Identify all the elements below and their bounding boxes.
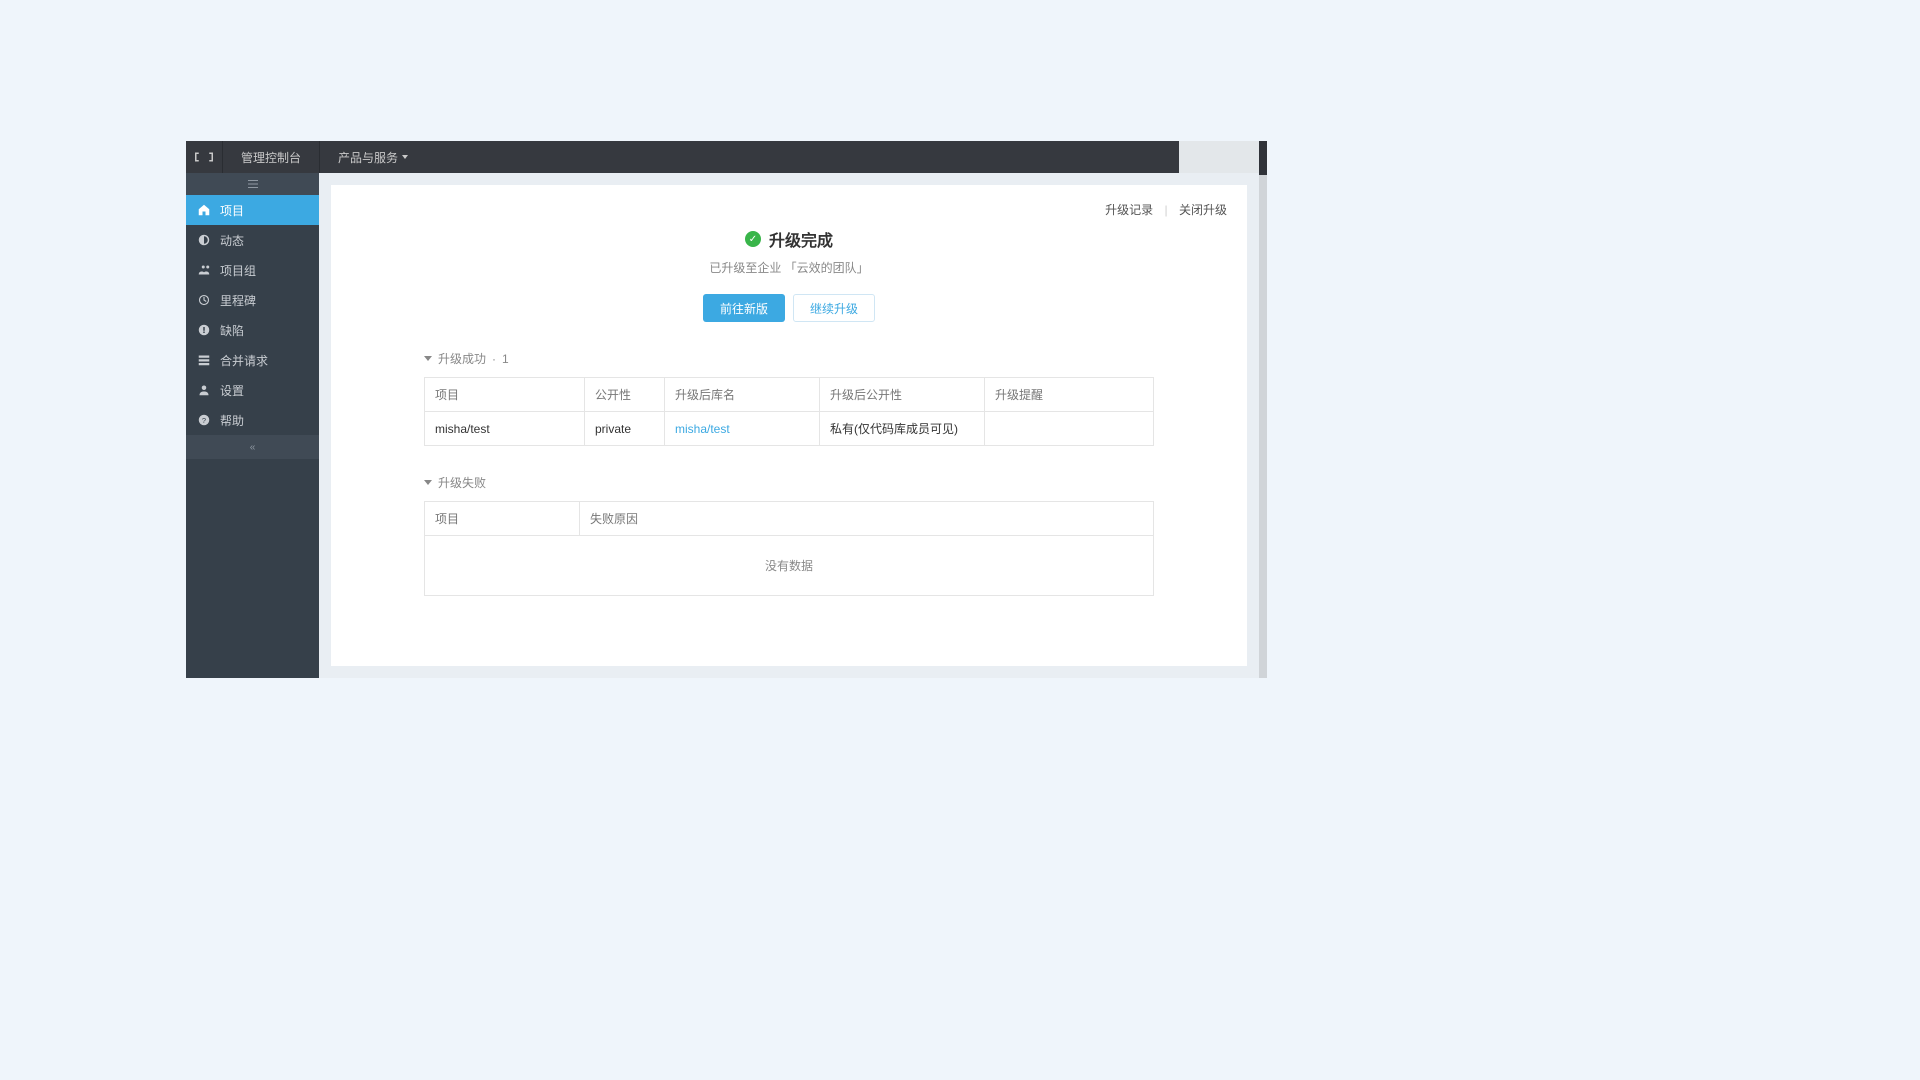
th-new-repo: 升级后库名: [665, 378, 820, 412]
cell-project: misha/test: [425, 412, 585, 446]
sidebar-item-settings[interactable]: 设置: [186, 375, 319, 405]
content-panel: 升级记录 | 关闭升级 ✓ 升级完成 已升级至企业 「云效的团队」 前往新版 继…: [331, 185, 1247, 666]
th-new-visibility: 升级后公开性: [820, 378, 985, 412]
upgrade-success-header-label: 升级成功: [438, 350, 486, 367]
collapse-triangle-icon: [424, 356, 432, 361]
sidebar-item-label: 设置: [220, 382, 244, 399]
sidebar-item-merge-requests[interactable]: 合并请求: [186, 345, 319, 375]
scrollbar-thumb[interactable]: [1259, 141, 1267, 175]
clock-icon: [196, 294, 212, 306]
sidebar-item-milestones[interactable]: 里程碑: [186, 285, 319, 315]
panel-buttons: 前往新版 继续升级: [703, 294, 875, 322]
continue-upgrade-button[interactable]: 继续升级: [793, 294, 875, 322]
home-icon: [196, 204, 212, 216]
chevron-left-icon: «: [250, 442, 256, 453]
products-dropdown[interactable]: 产品与服务: [319, 141, 426, 173]
vertical-scrollbar[interactable]: [1259, 141, 1267, 678]
merge-icon: [196, 354, 212, 366]
panel-title: 升级完成: [769, 227, 833, 251]
continue-upgrade-button-label: 继续升级: [810, 300, 858, 317]
products-dropdown-label: 产品与服务: [338, 149, 398, 166]
user-icon: [196, 384, 212, 396]
app-window: 管理控制台 产品与服务 项目 动态: [186, 141, 1267, 678]
upgrade-failure-section: 升级失败 项目 失败原因 没有数据: [424, 474, 1154, 596]
success-check-icon: ✓: [745, 231, 761, 247]
panel-actions: 升级记录 | 关闭升级: [1105, 201, 1227, 218]
sidebar-item-label: 项目组: [220, 262, 256, 279]
users-icon: [196, 264, 212, 276]
sidebar-item-label: 合并请求: [220, 352, 268, 369]
dot-separator: ·: [492, 352, 496, 366]
cell-alert: [985, 412, 1154, 446]
sidebar-item-groups[interactable]: 项目组: [186, 255, 319, 285]
sidebar-collapse-button[interactable]: «: [186, 435, 319, 459]
sidebar-item-help[interactable]: ? 帮助: [186, 405, 319, 435]
th-project: 项目: [425, 378, 585, 412]
new-repo-link[interactable]: misha/test: [675, 422, 730, 436]
th-alert: 升级提醒: [985, 378, 1154, 412]
close-upgrade-link[interactable]: 关闭升级: [1179, 203, 1227, 217]
caret-down-icon: [402, 155, 408, 159]
sidebar-item-activity[interactable]: 动态: [186, 225, 319, 255]
upgrade-record-link[interactable]: 升级记录: [1105, 203, 1153, 217]
question-icon: ?: [196, 414, 212, 426]
th-visibility: 公开性: [585, 378, 665, 412]
console-link-label: 管理控制台: [241, 149, 301, 166]
sidebar-toggle-top[interactable]: [186, 173, 319, 195]
sidebar-item-label: 项目: [220, 202, 244, 219]
upgrade-success-header[interactable]: 升级成功 · 1: [424, 350, 1154, 367]
sidebar-item-projects[interactable]: 项目: [186, 195, 319, 225]
cell-new-repo: misha/test: [665, 412, 820, 446]
sidebar: 项目 动态 项目组 里程碑 缺陷: [186, 173, 319, 678]
sidebar-item-label: 动态: [220, 232, 244, 249]
th-reason: 失败原因: [580, 502, 1154, 536]
panel-header: ✓ 升级完成 已升级至企业 「云效的团队」 前往新版 继续升级: [331, 227, 1247, 322]
dashboard-icon: [196, 234, 212, 246]
upgrade-success-count: 1: [502, 352, 509, 366]
topbar-right-placeholder: [1179, 141, 1267, 173]
svg-text:?: ?: [202, 416, 206, 425]
console-link[interactable]: 管理控制台: [222, 141, 319, 173]
table-header-row: 项目 公开性 升级后库名 升级后公开性 升级提醒: [425, 378, 1154, 412]
sidebar-item-label: 帮助: [220, 412, 244, 429]
brand-logo-icon: [186, 141, 222, 173]
th-project: 项目: [425, 502, 580, 536]
cell-new-visibility: 私有(仅代码库成员可见): [820, 412, 985, 446]
empty-state: 没有数据: [424, 536, 1154, 596]
panel-title-row: ✓ 升级完成: [745, 227, 833, 251]
sidebar-item-label: 缺陷: [220, 322, 244, 339]
upgrade-failure-table: 项目 失败原因: [424, 501, 1154, 536]
topbar: 管理控制台 产品与服务: [186, 141, 1267, 173]
upgrade-success-table: 项目 公开性 升级后库名 升级后公开性 升级提醒 misha/test priv…: [424, 377, 1154, 446]
sidebar-item-label: 里程碑: [220, 292, 256, 309]
hamburger-icon: [248, 180, 258, 188]
goto-new-button-label: 前往新版: [720, 300, 768, 317]
upgrade-failure-header-label: 升级失败: [438, 474, 486, 491]
upgrade-success-section: 升级成功 · 1 项目 公开性 升级后库名 升级后公开性 升级提醒: [424, 350, 1154, 446]
main-area: 升级记录 | 关闭升级 ✓ 升级完成 已升级至企业 「云效的团队」 前往新版 继…: [319, 173, 1259, 678]
cell-visibility: private: [585, 412, 665, 446]
sidebar-item-issues[interactable]: 缺陷: [186, 315, 319, 345]
table-header-row: 项目 失败原因: [425, 502, 1154, 536]
actions-divider: |: [1165, 203, 1168, 217]
collapse-triangle-icon: [424, 480, 432, 485]
empty-state-text: 没有数据: [765, 557, 813, 574]
panel-subtitle: 已升级至企业 「云效的团队」: [709, 259, 868, 276]
upgrade-failure-header[interactable]: 升级失败: [424, 474, 1154, 491]
goto-new-button[interactable]: 前往新版: [703, 294, 785, 322]
alert-icon: [196, 324, 212, 336]
table-row: misha/test private misha/test 私有(仅代码库成员可…: [425, 412, 1154, 446]
